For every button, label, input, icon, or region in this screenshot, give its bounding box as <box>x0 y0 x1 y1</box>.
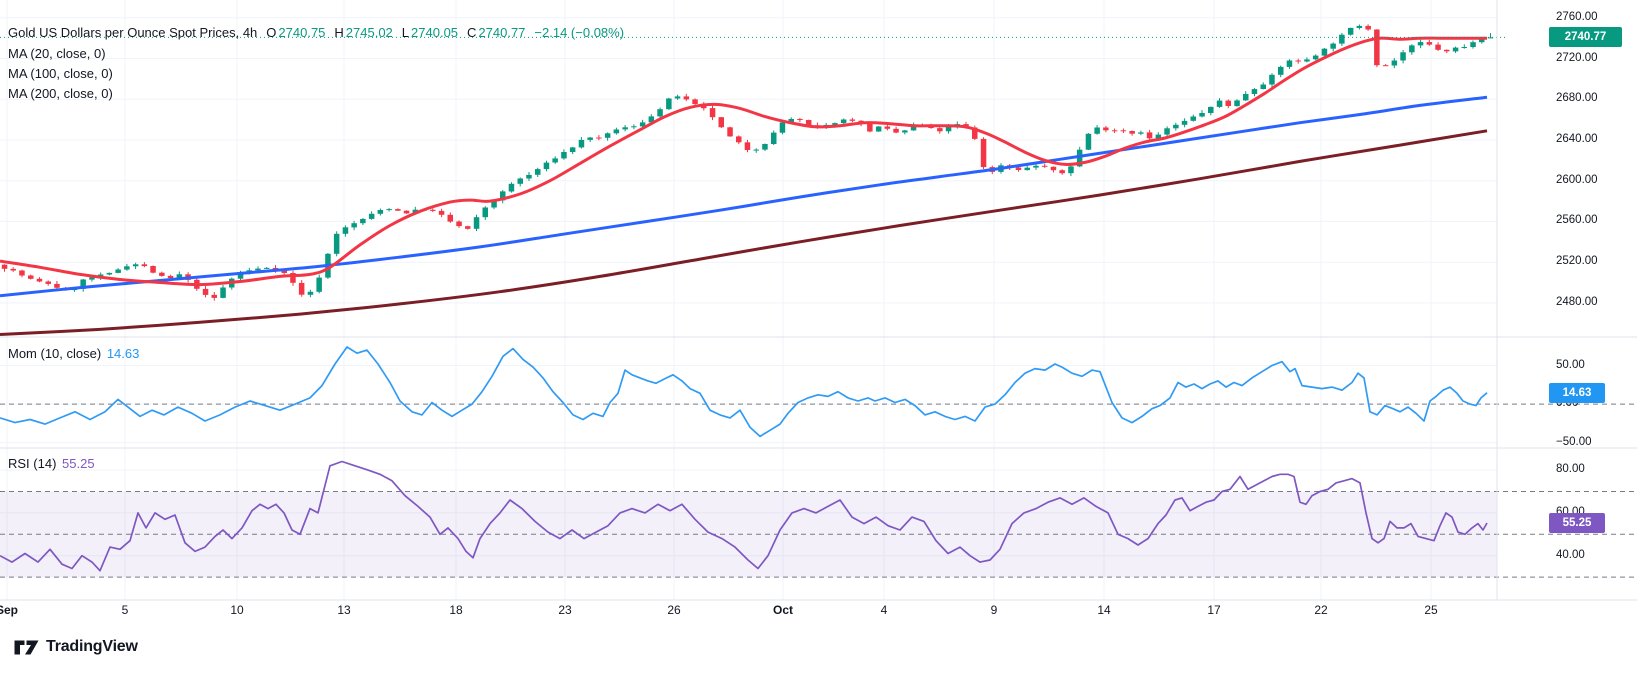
ma200-legend-row[interactable]: MA (200, close, 0) <box>8 85 113 103</box>
momentum-value-badge: 14.63 <box>1549 383 1605 403</box>
time-axis-tick-label: 10 <box>215 603 259 617</box>
momentum-value: 14.63 <box>107 346 140 361</box>
time-axis-tick-label: 26 <box>652 603 696 617</box>
tradingview-logo-text: TradingView <box>46 638 138 656</box>
time-axis-tick-label: 23 <box>543 603 587 617</box>
ohlc-close-label: C <box>467 25 476 40</box>
y-axis-tick-label: 50.00 <box>1556 359 1630 371</box>
ohlc-close-value: 2740.77 <box>478 25 525 40</box>
rsi-value: 55.25 <box>62 456 95 471</box>
ma200-line[interactable] <box>0 131 1487 335</box>
price-change: −2.14 (−0.08%) <box>534 25 624 40</box>
tradingview-logo-icon <box>14 639 39 656</box>
ma100-label: MA (100, close, 0) <box>8 66 113 81</box>
time-axis-tick-label: 17 <box>1192 603 1236 617</box>
momentum-line[interactable] <box>0 347 1487 436</box>
time-axis-tick-label: 4 <box>862 603 906 617</box>
time-axis-tick-label: 25 <box>1409 603 1453 617</box>
y-axis-tick-label: 2680.00 <box>1556 92 1630 104</box>
time-axis-tick-label: 18 <box>434 603 478 617</box>
ma100-line[interactable] <box>0 97 1487 296</box>
ohlc-low-value: 2740.05 <box>411 25 458 40</box>
rsi-value-badge: 55.25 <box>1549 513 1605 533</box>
y-axis-tick-label: −50.00 <box>1556 436 1630 448</box>
y-axis-tick-label: 2560.00 <box>1556 214 1630 226</box>
ma20-label: MA (20, close, 0) <box>8 46 106 61</box>
tradingview-logo[interactable]: TradingView <box>14 638 138 656</box>
ma20-line[interactable] <box>0 38 1487 284</box>
y-axis-tick-label: 2480.00 <box>1556 296 1630 308</box>
symbol-title: Gold US Dollars per Ounce Spot Prices, 4… <box>8 25 257 40</box>
y-axis-tick-label: 2520.00 <box>1556 255 1630 267</box>
ohlc-open-value: 2740.75 <box>278 25 325 40</box>
time-axis-tick-label: 13 <box>322 603 366 617</box>
time-axis-tick-label: 9 <box>972 603 1016 617</box>
y-axis-tick-label: 2600.00 <box>1556 174 1630 186</box>
tradingview-chart-window: Gold US Dollars per Ounce Spot Prices, 4… <box>0 0 1637 674</box>
time-axis-tick-label: 14 <box>1082 603 1126 617</box>
ma20-legend-row[interactable]: MA (20, close, 0) <box>8 45 106 63</box>
momentum-legend-row[interactable]: Mom (10, close) 14.63 <box>8 345 139 363</box>
symbol-legend-row[interactable]: Gold US Dollars per Ounce Spot Prices, 4… <box>8 24 624 42</box>
y-axis-tick-label: 80.00 <box>1556 463 1630 475</box>
y-axis-tick-label: 2760.00 <box>1556 11 1630 23</box>
ohlc-open-label: O <box>266 25 276 40</box>
y-axis-tick-label: 2720.00 <box>1556 52 1630 64</box>
time-axis-tick-label: Oct <box>761 603 805 617</box>
time-axis-tick-label: 5 <box>103 603 147 617</box>
rsi-label: RSI (14) <box>8 456 56 471</box>
momentum-label: Mom (10, close) <box>8 346 101 361</box>
time-axis-tick-label: Sep <box>0 603 29 617</box>
y-axis-tick-label: 40.00 <box>1556 549 1630 561</box>
chart-canvas[interactable] <box>0 0 1637 674</box>
time-axis-tick-label: 22 <box>1299 603 1343 617</box>
ohlc-high-value: 2745.02 <box>346 25 393 40</box>
ma100-legend-row[interactable]: MA (100, close, 0) <box>8 65 113 83</box>
ohlc-low-label: L <box>402 25 409 40</box>
ohlc-high-label: H <box>334 25 343 40</box>
rsi-legend-row[interactable]: RSI (14) 55.25 <box>8 455 95 473</box>
last-price-badge: 2740.77 <box>1549 27 1622 47</box>
y-axis-tick-label: 2640.00 <box>1556 133 1630 145</box>
candlestick-series <box>2 24 1493 300</box>
ma200-label: MA (200, close, 0) <box>8 86 113 101</box>
